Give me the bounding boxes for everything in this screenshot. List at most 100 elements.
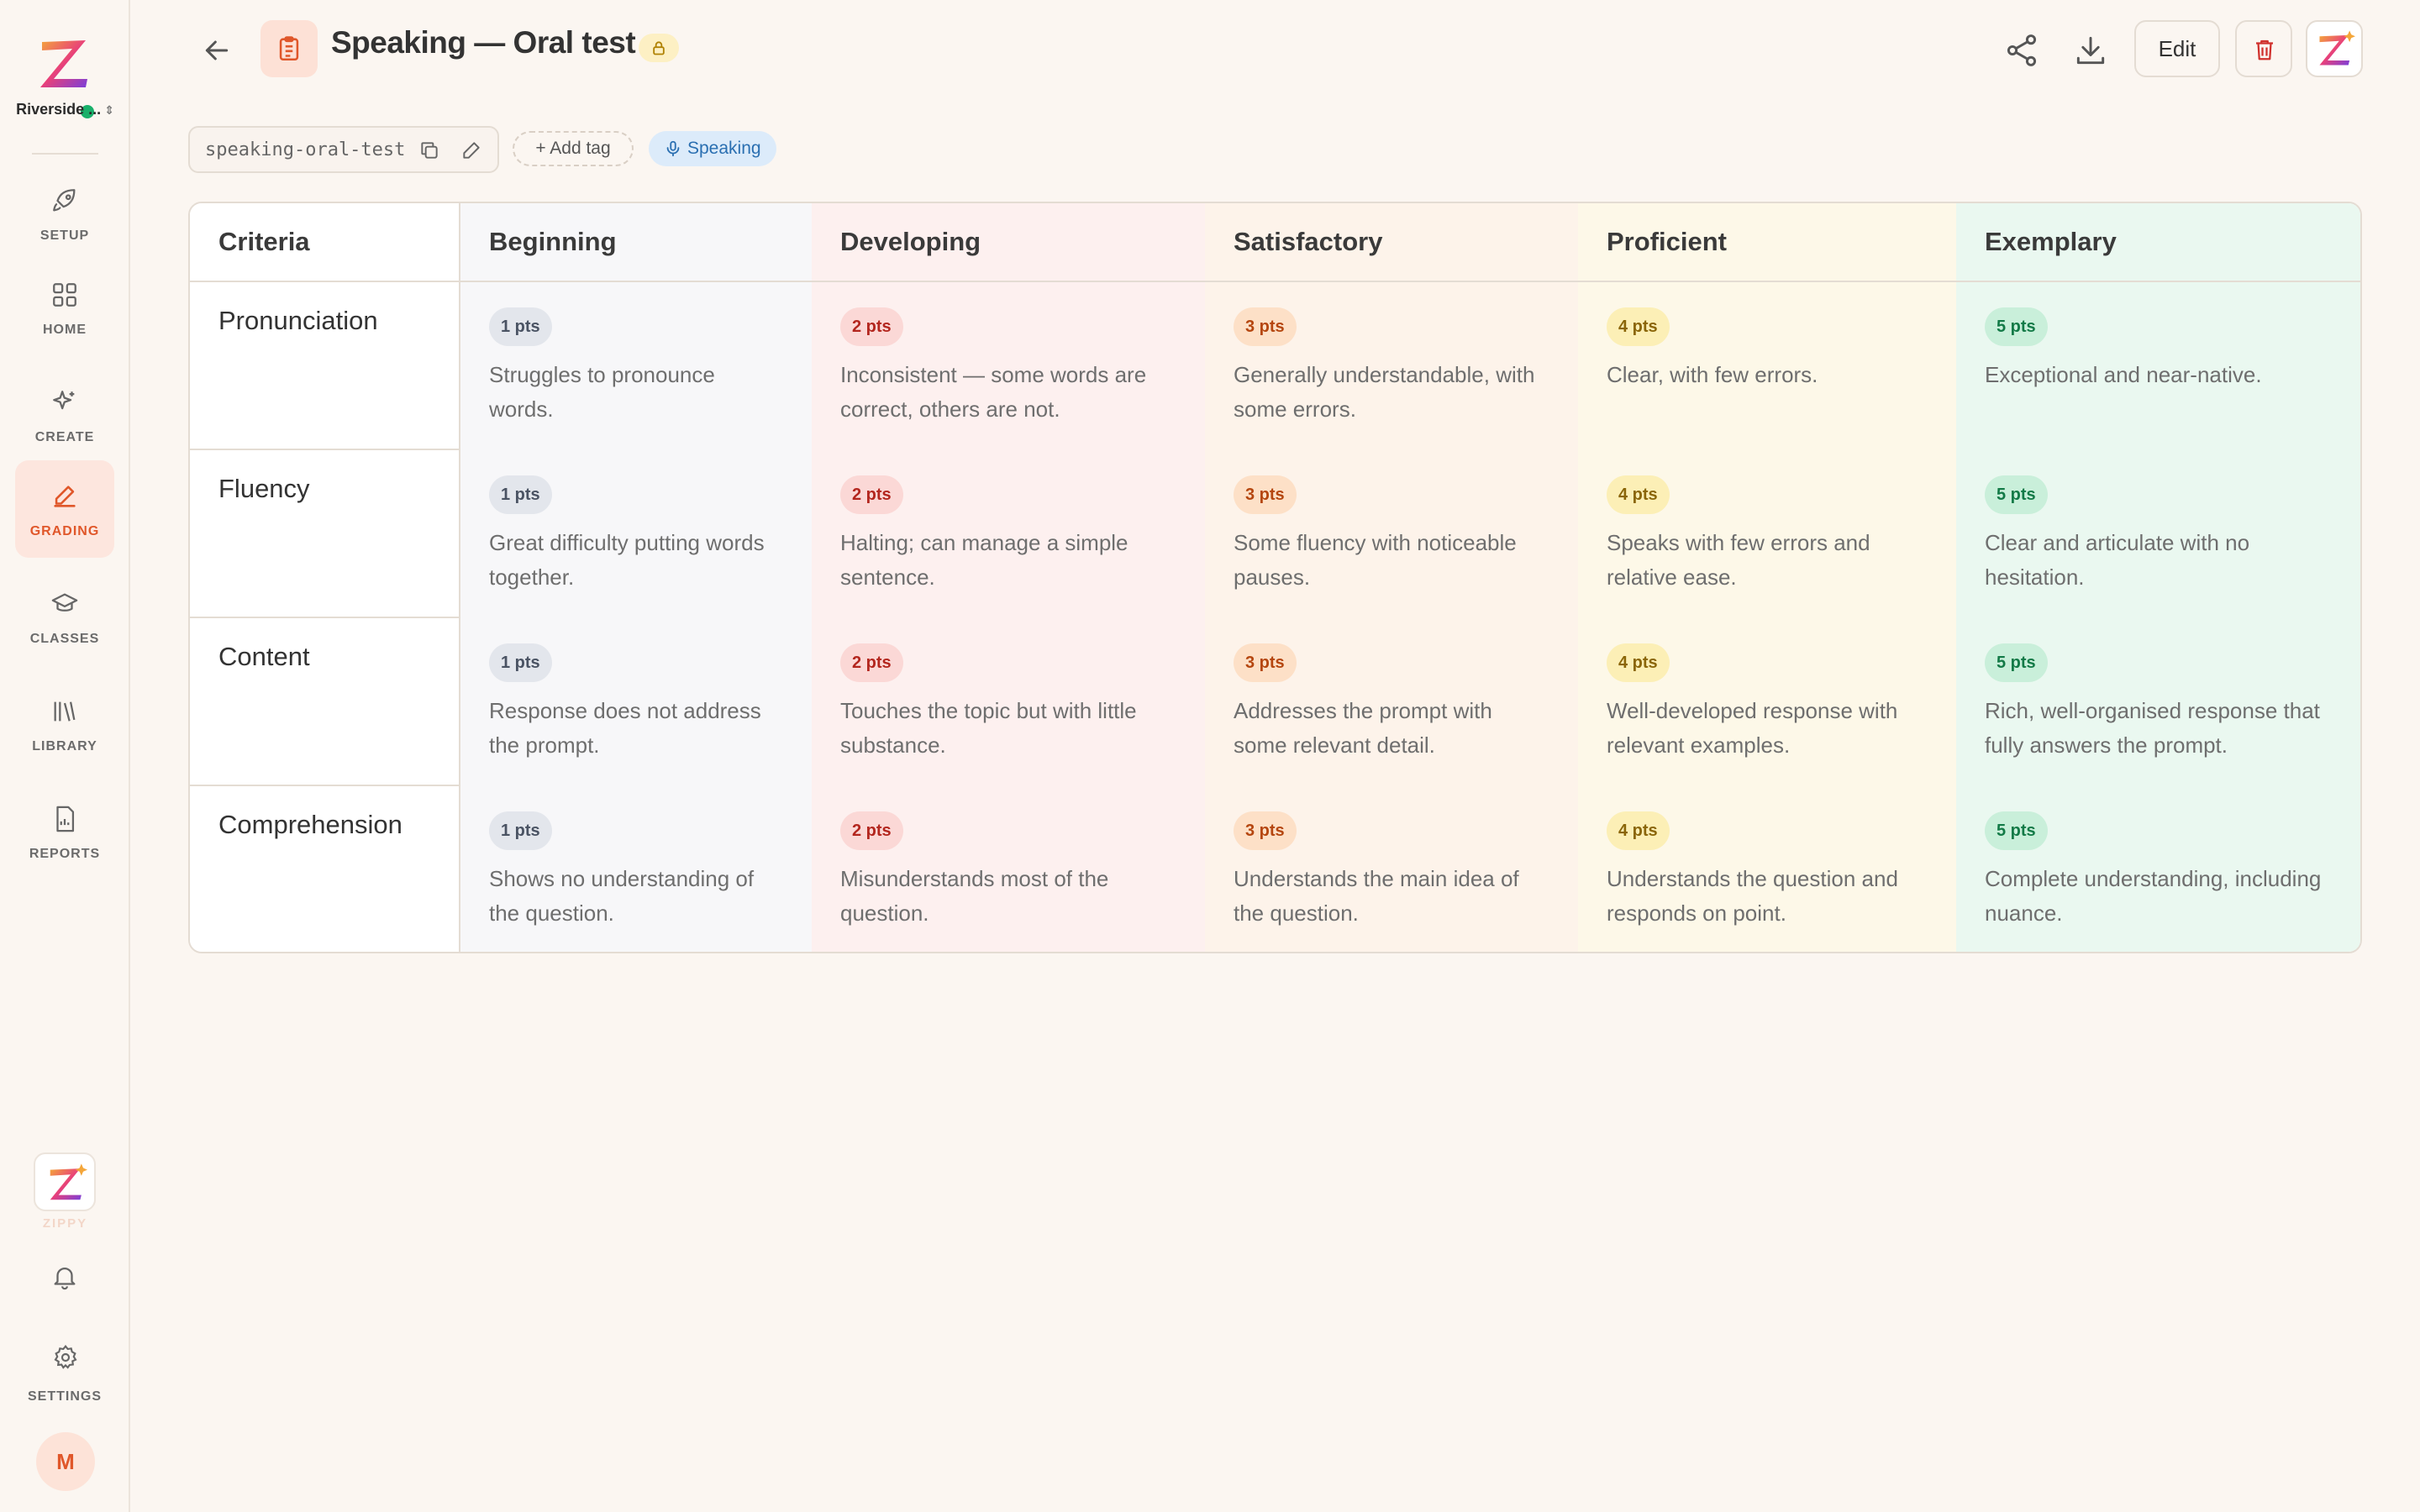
library-icon bbox=[54, 701, 76, 722]
sidebar-item-label: SETUP bbox=[39, 228, 90, 243]
points-badge: 1 pts bbox=[489, 475, 552, 514]
criterion-cell: Pronunciation bbox=[190, 282, 459, 450]
category-tag[interactable]: Speaking bbox=[649, 131, 776, 166]
cell-description: Struggles to pronounce words. bbox=[489, 362, 715, 422]
edit-pencil-icon[interactable] bbox=[460, 139, 482, 161]
page-title: Speaking — Oral test bbox=[331, 25, 636, 60]
level-header: Exemplary bbox=[1956, 203, 2360, 282]
workspace-switcher[interactable]: Riverside ... ⇕ bbox=[0, 29, 130, 121]
sparkle-icon bbox=[53, 391, 75, 410]
cell-description: Inconsistent — some words are correct, o… bbox=[840, 362, 1147, 422]
level-column-exemplary: Exemplary 5 pts Exceptional and near-nativ… bbox=[1956, 203, 2360, 952]
zippy-label: ZIPPY bbox=[42, 1216, 88, 1231]
points-badge: 4 pts bbox=[1607, 643, 1670, 682]
sidebar-divider bbox=[32, 153, 98, 155]
sidebar-item-create[interactable]: CREATE bbox=[15, 366, 114, 464]
level-column-beginning: Beginning 1 pts Struggles to pronounce wor… bbox=[460, 203, 812, 952]
microphone-icon bbox=[666, 140, 680, 157]
rubric-cell: 4 pts Understands the question and respon… bbox=[1578, 786, 1956, 952]
sidebar-item-label: LIBRARY bbox=[32, 739, 97, 753]
zippy-ai-button[interactable] bbox=[2306, 20, 2363, 77]
cell-description: Great difficulty putting words together. bbox=[489, 530, 765, 590]
locked-badge bbox=[639, 34, 679, 62]
points-badge: 5 pts bbox=[1985, 307, 2048, 346]
points-badge: 5 pts bbox=[1985, 475, 2048, 514]
sidebar-item-label: CREATE bbox=[34, 430, 95, 444]
gear-icon bbox=[54, 1344, 77, 1369]
level-column-developing: Developing 2 pts Inconsistent — some words… bbox=[812, 203, 1205, 952]
cell-description: Speaks with few errors and relative ease… bbox=[1607, 530, 1870, 590]
sidebar-item-classes[interactable]: CLASSES bbox=[15, 568, 114, 665]
rubric-cell: 4 pts Speaks with few errors and relative… bbox=[1578, 450, 1956, 618]
copy-icon[interactable] bbox=[418, 139, 440, 161]
level-header: Beginning bbox=[460, 203, 812, 282]
cell-description: Understands the question and responds on… bbox=[1607, 866, 1898, 926]
rocket-icon bbox=[53, 189, 76, 212]
add-tag-button[interactable]: + Add tag bbox=[513, 131, 634, 166]
criterion-name: Pronunciation bbox=[218, 306, 378, 335]
cell-description: Halting; can manage a simple sentence. bbox=[840, 530, 1128, 590]
sidebar-item-label: REPORTS bbox=[29, 847, 101, 861]
criteria-header: Criteria bbox=[190, 203, 459, 282]
cell-description: Touches the topic but with little substa… bbox=[840, 698, 1137, 758]
avatar[interactable]: M bbox=[36, 1432, 95, 1491]
points-badge: 2 pts bbox=[840, 643, 903, 682]
points-badge: 4 pts bbox=[1607, 811, 1670, 850]
points-badge: 5 pts bbox=[1985, 643, 2048, 682]
points-badge: 3 pts bbox=[1234, 643, 1297, 682]
sidebar-item-library[interactable]: LIBRARY bbox=[15, 675, 114, 773]
sidebar-item-home[interactable]: HOME bbox=[15, 259, 114, 356]
lock-icon bbox=[653, 41, 665, 55]
share-icon[interactable] bbox=[2003, 32, 2040, 69]
rubric-cell: 3 pts Generally understandable, with some… bbox=[1205, 282, 1578, 450]
rubric-cell: 4 pts Well-developed response with releva… bbox=[1578, 618, 1956, 786]
grid-icon bbox=[53, 283, 76, 307]
sidebar-item-grading[interactable]: GRADING bbox=[15, 460, 114, 558]
cell-description: Misunderstands most of the question. bbox=[840, 866, 1109, 926]
cell-description: Rich, well-organised response that fully… bbox=[1985, 698, 2320, 758]
delete-button[interactable] bbox=[2235, 20, 2292, 77]
rubric-cell: 5 pts Complete understanding, including n… bbox=[1956, 786, 2360, 952]
criterion-cell: Fluency bbox=[190, 450, 459, 618]
criterion-name: Comprehension bbox=[218, 810, 402, 839]
criterion-name: Content bbox=[218, 642, 310, 671]
rubric-cell: 3 pts Addresses the prompt with some rele… bbox=[1205, 618, 1578, 786]
level-header: Proficient bbox=[1578, 203, 1956, 282]
zippy-assistant-button[interactable] bbox=[34, 1152, 96, 1211]
report-icon bbox=[56, 806, 75, 832]
slug-field: speaking-oral-test bbox=[188, 126, 499, 173]
sidebar-item-settings[interactable]: SETTINGS bbox=[15, 1337, 114, 1404]
clipboard-glyph bbox=[279, 36, 299, 61]
rubric-cell: 5 pts Clear and articulate with no hesita… bbox=[1956, 450, 2360, 618]
level-name: Exemplary bbox=[1985, 227, 2117, 256]
points-badge: 4 pts bbox=[1607, 307, 1670, 346]
download-icon[interactable] bbox=[2072, 32, 2109, 69]
points-badge: 1 pts bbox=[489, 643, 552, 682]
rubric-cell: 1 pts Response does not address the promp… bbox=[460, 618, 812, 786]
zippy-logo-icon bbox=[50, 1163, 87, 1200]
sidebar-item-reports[interactable]: REPORTS bbox=[15, 783, 114, 880]
rubric-table: Criteria Pronunciation Fluency Content Comp… bbox=[188, 202, 2362, 953]
cell-description: Clear and articulate with no hesitation. bbox=[1985, 530, 2250, 590]
sidebar-item-setup[interactable]: SETUP bbox=[15, 165, 114, 262]
sidebar-item-label: SETTINGS bbox=[27, 1389, 102, 1404]
criterion-cell: Content bbox=[190, 618, 459, 786]
criterion-name: Fluency bbox=[218, 474, 310, 503]
rubric-cell: 3 pts Some fluency with noticeable pauses… bbox=[1205, 450, 1578, 618]
cell-description: Well-developed response with relevant ex… bbox=[1607, 698, 1898, 758]
sidebar-item-label: CLASSES bbox=[29, 632, 100, 646]
edit-button[interactable]: Edit bbox=[2134, 20, 2220, 77]
rubric-cell: 1 pts Shows no understanding of the quest… bbox=[460, 786, 812, 952]
points-badge: 1 pts bbox=[489, 307, 552, 346]
level-name: Proficient bbox=[1607, 227, 1727, 256]
sidebar-item-label: GRADING bbox=[29, 524, 100, 538]
criteria-header-label: Criteria bbox=[218, 227, 310, 256]
level-column-satisfactory: Satisfactory 3 pts Generally understandabl… bbox=[1205, 203, 1578, 952]
bell-icon[interactable] bbox=[50, 1262, 79, 1292]
rubric-cell: 1 pts Great difficulty putting words toge… bbox=[460, 450, 812, 618]
workspace-name: Riverside ... bbox=[16, 101, 102, 118]
slug-text: speaking-oral-test bbox=[205, 139, 406, 160]
rubric-cell: 2 pts Halting; can manage a simple senten… bbox=[812, 450, 1205, 618]
criterion-cell: Comprehension bbox=[190, 786, 459, 952]
back-arrow-icon[interactable] bbox=[200, 34, 234, 67]
